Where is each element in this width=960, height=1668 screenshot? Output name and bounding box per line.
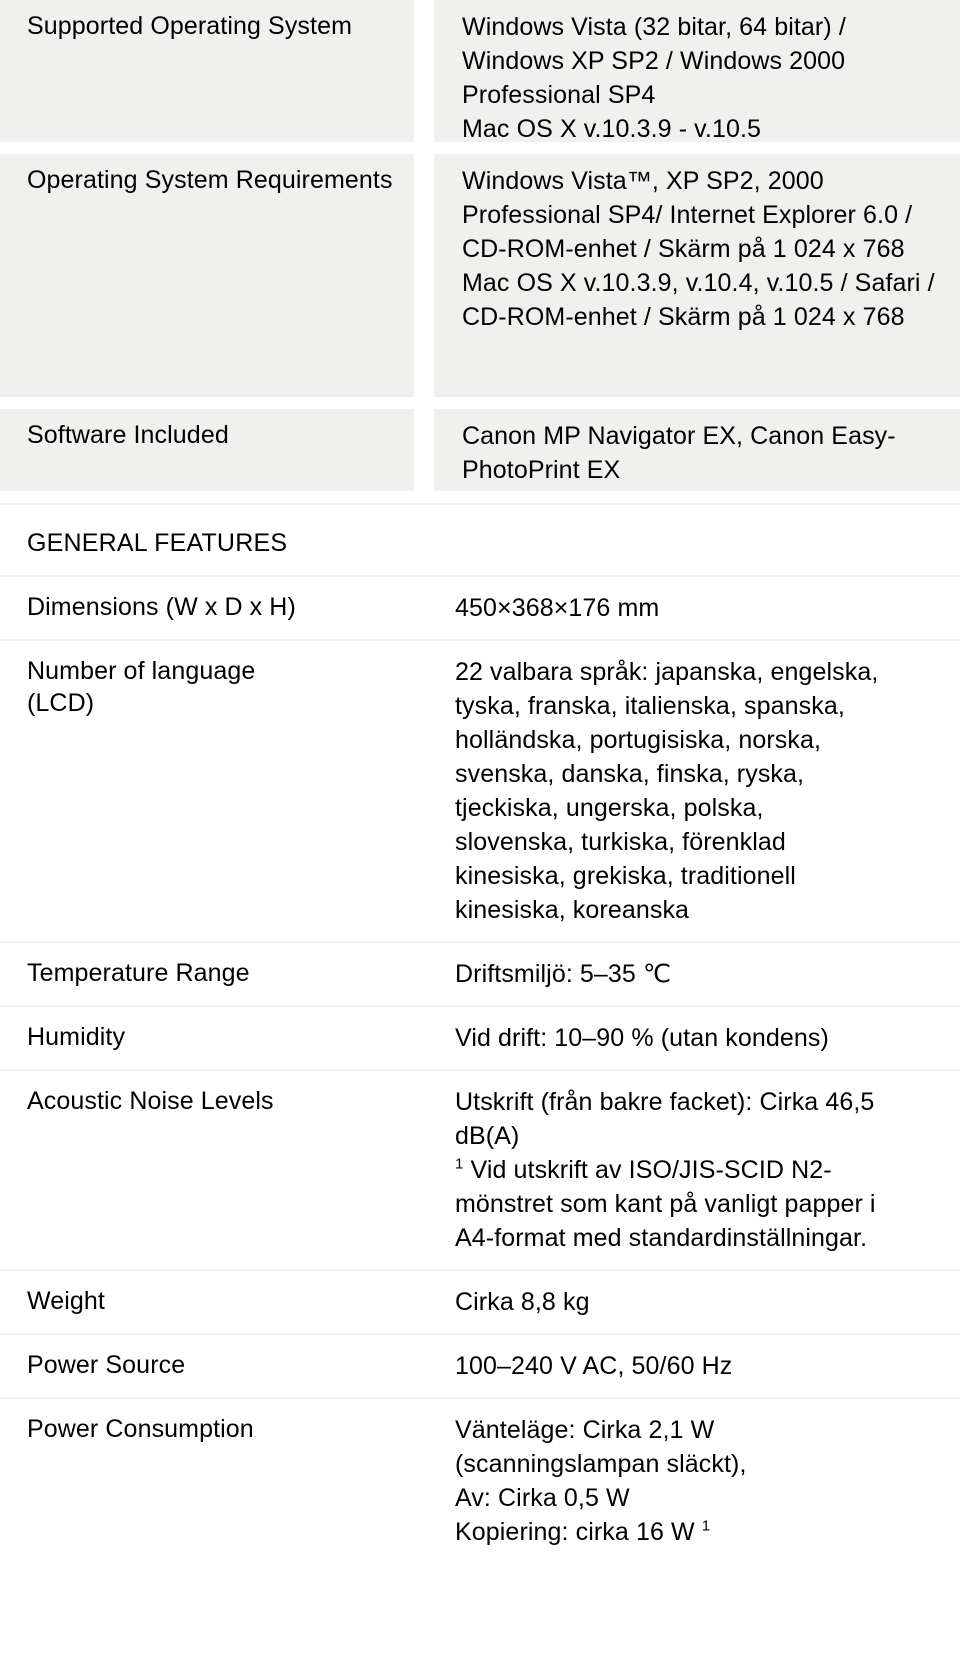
footnote-marker: 1	[701, 1517, 711, 1535]
spec-label-cell: Supported Operating System	[0, 0, 420, 142]
spec-row-power-source: Power Source 100–240 V AC, 50/60 Hz	[0, 1333, 960, 1397]
spec-label-cell: Temperature Range	[0, 957, 428, 989]
spec-label-os-requirements: Operating System Requirements	[27, 166, 393, 194]
spec-label-acoustic-noise-levels: Acoustic Noise Levels	[27, 1087, 274, 1115]
spec-value-cell: Windows Vista (32 bitar, 64 bitar) / Win…	[420, 0, 960, 143]
spec-value-temperature-range: Driftsmiljö: 5–35 ℃	[455, 960, 672, 988]
spec-label-cell: Power Consumption	[0, 1413, 428, 1445]
spec-value-cell: Driftsmiljö: 5–35 ℃	[428, 957, 960, 991]
spec-label-cell: Number of language (LCD)	[0, 655, 428, 719]
spec-value-cell: 450×368×176 mm	[428, 591, 960, 625]
spec-value-number-of-language: 22 valbara språk: japanska, engelska, ty…	[455, 658, 879, 924]
spec-value-power-standby: Vänteläge: Cirka 2,1 W (scanningslampan …	[455, 1416, 747, 1478]
spec-value-cell: Canon MP Navigator EX, Canon Easy-PhotoP…	[420, 409, 960, 491]
spec-value-cell: Windows Vista™, XP SP2, 2000 Professiona…	[420, 154, 960, 397]
spec-value-power-copying: Kopiering: cirka 16 W 1	[455, 1515, 948, 1549]
spec-value-acoustic-noise-footnote: 1 Vid utskrift av ISO/JIS-SCID N2-mönstr…	[455, 1153, 885, 1255]
spec-value-cell: 22 valbara språk: japanska, engelska, ty…	[428, 655, 960, 927]
spec-label-cell: Weight	[0, 1285, 428, 1317]
spec-row-os-requirements: Operating System Requirements Windows Vi…	[0, 154, 960, 397]
spec-label-power-source: Power Source	[27, 1351, 186, 1379]
spec-value-humidity: Vid drift: 10–90 % (utan kondens)	[455, 1024, 829, 1052]
spec-row-humidity: Humidity Vid drift: 10–90 % (utan konden…	[0, 1005, 960, 1069]
spec-label-number-of-language: Number of language (LCD)	[27, 657, 256, 717]
spec-label-temperature-range: Temperature Range	[27, 959, 250, 987]
spec-row-dimensions: Dimensions (W x D x H) 450×368×176 mm	[0, 575, 960, 639]
spec-value-acoustic-noise-print: Utskrift (från bakre facket): Cirka 46,5…	[455, 1088, 875, 1150]
os-spec-block: Supported Operating System Windows Vista…	[0, 0, 960, 491]
spec-label-cell: Humidity	[0, 1021, 428, 1053]
spec-value-os-requirements: Windows Vista™, XP SP2, 2000 Professiona…	[462, 167, 935, 331]
spec-value-weight: Cirka 8,8 kg	[455, 1288, 590, 1316]
spec-value-cell: Cirka 8,8 kg	[428, 1285, 960, 1319]
section-heading-text: GENERAL FEATURES	[27, 529, 288, 557]
general-features-block: Dimensions (W x D x H) 450×368×176 mm Nu…	[0, 575, 960, 1563]
spec-label-cell: Power Source	[0, 1349, 428, 1381]
spec-label-cell: Acoustic Noise Levels	[0, 1085, 428, 1117]
spec-label-weight: Weight	[27, 1287, 105, 1315]
spec-value-cell: 100–240 V AC, 50/60 Hz	[428, 1349, 960, 1383]
spec-label-dimensions: Dimensions (W x D x H)	[27, 593, 296, 621]
spec-row-supported-os: Supported Operating System Windows Vista…	[0, 0, 960, 143]
spec-row-temperature-range: Temperature Range Driftsmiljö: 5–35 ℃	[0, 941, 960, 1005]
power-copying-text: Kopiering: cirka 16 W	[455, 1518, 702, 1546]
spec-label-humidity: Humidity	[27, 1023, 126, 1051]
spec-value-cell: Utskrift (från bakre facket): Cirka 46,5…	[428, 1085, 960, 1255]
spec-sheet-page: Supported Operating System Windows Vista…	[0, 0, 960, 1668]
footnote-text: Vid utskrift av ISO/JIS-SCID N2-mönstret…	[455, 1156, 876, 1252]
spec-value-cell: Vid drift: 10–90 % (utan kondens)	[428, 1021, 960, 1055]
spec-label-cell: Dimensions (W x D x H)	[0, 591, 428, 623]
spec-value-software-included: Canon MP Navigator EX, Canon Easy-PhotoP…	[462, 422, 896, 484]
spec-label-cell: Operating System Requirements	[0, 154, 420, 397]
spec-value-power-off: Av: Cirka 0,5 W	[455, 1484, 630, 1512]
spec-value-supported-os: Windows Vista (32 bitar, 64 bitar) / Win…	[462, 13, 846, 143]
spec-value-cell: Vänteläge: Cirka 2,1 W (scanningslampan …	[428, 1413, 960, 1549]
section-header-general-features: GENERAL FEATURES	[0, 503, 960, 575]
spec-row-weight: Weight Cirka 8,8 kg	[0, 1269, 960, 1333]
spec-row-number-of-language: Number of language (LCD) 22 valbara språ…	[0, 639, 960, 941]
spec-label-software-included: Software Included	[27, 421, 229, 449]
spec-label-cell: Software Included	[0, 409, 420, 491]
spec-value-power-source: 100–240 V AC, 50/60 Hz	[455, 1352, 733, 1380]
spec-label-power-consumption: Power Consumption	[27, 1415, 254, 1443]
spec-value-dimensions: 450×368×176 mm	[455, 594, 660, 622]
spec-row-power-consumption: Power Consumption Vänteläge: Cirka 2,1 W…	[0, 1397, 960, 1563]
spec-row-acoustic-noise-levels: Acoustic Noise Levels Utskrift (från bak…	[0, 1069, 960, 1269]
spec-row-software-included: Software Included Canon MP Navigator EX,…	[0, 409, 960, 491]
spec-label-supported-os: Supported Operating System	[27, 12, 352, 40]
